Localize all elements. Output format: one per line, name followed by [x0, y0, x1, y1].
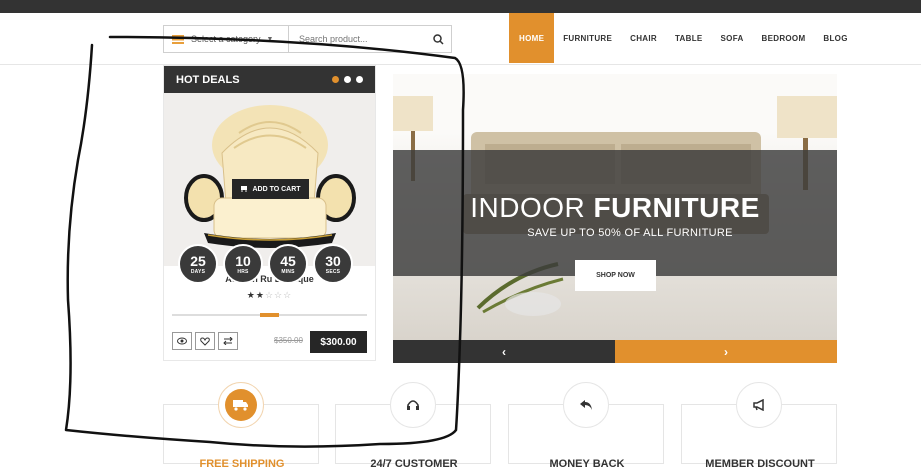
hot-deals-title: HOT DEALS [176, 73, 240, 86]
star-filled-icon: ★ [255, 290, 265, 300]
nav-item-table[interactable]: TABLE [666, 13, 712, 63]
timer-unit: DAYS [190, 268, 206, 275]
chevron-left-icon: ‹ [502, 344, 506, 359]
search-input[interactable] [289, 26, 425, 52]
cart-icon [240, 184, 248, 194]
timer-unit: MINS [281, 268, 295, 275]
carousel-dot[interactable] [344, 76, 351, 83]
star-empty-icon: ☆ [283, 290, 293, 300]
feature-title: FREE SHIPPING [199, 458, 285, 470]
progress-indicator [260, 313, 279, 317]
timer-value: 30 [325, 252, 341, 269]
compare-icon [223, 337, 233, 345]
slider-next-button[interactable]: › [615, 340, 837, 363]
headphones-icon [390, 382, 436, 428]
timer-value: 10 [235, 252, 251, 269]
timer-value: 25 [190, 252, 206, 269]
product-actions [172, 332, 238, 350]
slide-subtitle: SAVE UP TO 50% OF ALL FURNITURE [527, 227, 733, 239]
category-select-label: Select a category [191, 34, 261, 44]
compare-button[interactable] [218, 332, 238, 350]
countdown-timer: 25 DAYS 10 HRS 45 MINS 30 SECS [178, 244, 353, 284]
star-filled-icon: ★ [246, 290, 256, 300]
star-empty-icon: ☆ [264, 290, 275, 300]
eye-icon [177, 337, 187, 345]
menu-icon [172, 34, 184, 44]
timer-value: 45 [280, 252, 296, 269]
slide-title-light: INDOOR [470, 192, 586, 223]
features-row: FREE SHIPPING 24/7 CUSTOMER MONEY BACK M… [163, 382, 837, 470]
truck-icon [218, 382, 264, 428]
old-price: $350.00 [274, 336, 303, 345]
hot-deals-header: HOT DEALS [164, 66, 375, 93]
nav-item-sofa[interactable]: SOFA [712, 13, 753, 63]
add-to-cart-button[interactable]: ADD TO CART [232, 179, 309, 199]
timer-unit: HRS [237, 268, 249, 275]
megaphone-icon [736, 382, 782, 428]
category-select[interactable]: Select a category ▼ [164, 26, 289, 52]
carousel-dots [332, 76, 363, 83]
slider-prev-button[interactable]: ‹ [393, 340, 615, 363]
slide-title: INDOOR FURNITURE [393, 192, 837, 224]
chevron-down-icon: ▼ [266, 35, 274, 43]
product-progress-bar [172, 313, 367, 317]
shop-now-button[interactable]: SHOP NOW [575, 260, 656, 291]
slider-controls: ‹ › [393, 340, 837, 363]
wishlist-button[interactable] [195, 332, 215, 350]
nav-item-furniture[interactable]: FURNITURE [554, 13, 621, 63]
money-back-icon [563, 382, 609, 428]
top-bar [0, 0, 921, 13]
timer-days: 25 DAYS [178, 244, 218, 284]
feature-title: MONEY BACK [549, 458, 625, 470]
heart-icon [200, 336, 210, 346]
star-empty-icon: ☆ [274, 290, 284, 300]
nav-item-chair[interactable]: CHAIR [621, 13, 666, 63]
hero-slider: INDOOR FURNITURE SAVE UP TO 50% OF ALL F… [393, 74, 837, 363]
carousel-dot[interactable] [356, 76, 363, 83]
carousel-dot[interactable] [332, 76, 339, 83]
timer-hours: 10 HRS [223, 244, 263, 284]
search-icon [432, 33, 444, 45]
search-bar: Select a category ▼ [163, 25, 452, 53]
nav-item-home[interactable]: HOME [509, 13, 555, 63]
search-button[interactable] [425, 26, 451, 52]
feature-title: 24/7 CUSTOMER [370, 458, 458, 470]
add-to-cart-label: ADD TO CART [252, 185, 301, 193]
main-nav: HOME FURNITURE CHAIR TABLE SOFA BEDROOM … [509, 13, 857, 63]
feature-title: MEMBER DISCOUNT [705, 458, 815, 470]
nav-item-bedroom[interactable]: BEDROOM [753, 13, 815, 63]
hot-deals-panel: HOT DEALS ADD TO CART 25 DAYS 10 HRS 45 … [163, 65, 376, 361]
slide-title-bold: FURNITURE [593, 192, 760, 223]
current-price: $300.00 [310, 331, 367, 353]
chevron-right-icon: › [724, 344, 728, 359]
rating-stars: ★★☆☆☆ [164, 290, 375, 301]
quick-view-button[interactable] [172, 332, 192, 350]
timer-unit: SECS [325, 268, 341, 275]
nav-item-blog[interactable]: BLOG [814, 13, 856, 63]
timer-minutes: 45 MINS [268, 244, 308, 284]
product-image[interactable]: ADD TO CART 25 DAYS 10 HRS 45 MINS 30 SE… [164, 93, 375, 284]
timer-seconds: 30 SECS [313, 244, 353, 284]
